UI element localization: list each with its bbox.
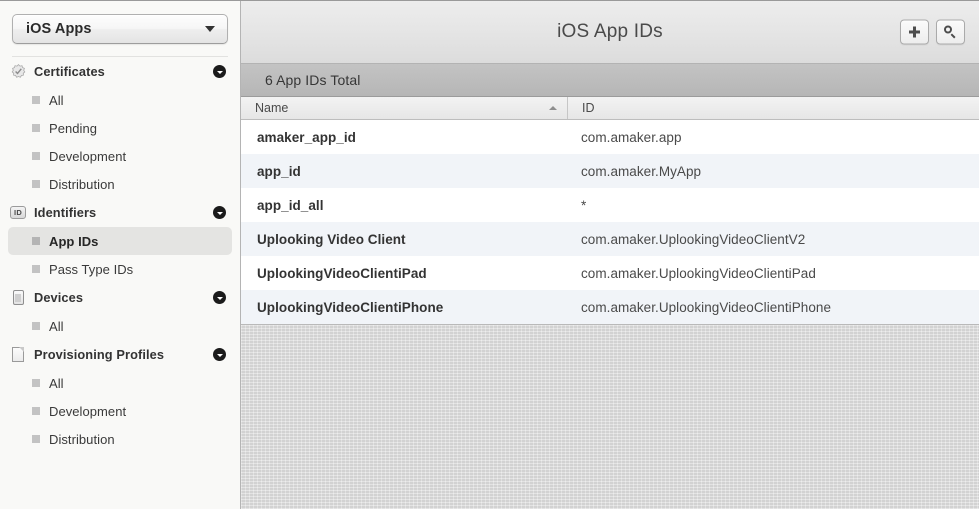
sidebar-item-certificates-pending[interactable]: Pending: [8, 114, 232, 142]
table-row[interactable]: app_id_all *: [241, 188, 979, 222]
bullet-icon: [32, 124, 40, 132]
bullet-icon: [32, 152, 40, 160]
disclosure-collapse-icon[interactable]: [213, 348, 226, 361]
nav-group-devices: Devices All: [0, 283, 240, 340]
column-header-id[interactable]: ID: [568, 97, 979, 119]
plus-icon: [909, 26, 920, 38]
nav-group-certificates: Certificates All Pending Development Dis…: [0, 57, 240, 198]
search-button[interactable]: [936, 19, 965, 45]
sidebar-item-label: Development: [49, 148, 127, 164]
disclosure-collapse-icon[interactable]: [213, 291, 226, 304]
bullet-icon: [32, 379, 40, 387]
column-header-name-label: Name: [255, 101, 289, 115]
chevron-down-icon: [205, 26, 215, 32]
sidebar-item-label: Pending: [49, 120, 98, 136]
app-window: iOS Apps Certificates All Pending Develo…: [0, 0, 979, 509]
toolbar-actions: [900, 19, 965, 45]
app-ids-total-count: 6 App IDs Total: [265, 72, 361, 88]
sidebar-item-label: App IDs: [49, 233, 99, 249]
sidebar-item-label: All: [49, 318, 64, 334]
bullet-icon: [32, 180, 40, 188]
sidebar-item-certificates-all[interactable]: All: [8, 86, 232, 114]
content-pane: iOS App IDs 6 App IDs Total Name ID amak…: [241, 1, 979, 509]
sidebar-item-certificates-development[interactable]: Development: [8, 142, 232, 170]
bullet-icon: [32, 237, 40, 245]
sidebar-group-identifiers[interactable]: ID Identifiers: [0, 198, 240, 227]
nav-group-identifiers: ID Identifiers App IDs Pass Type IDs: [0, 198, 240, 283]
cell-name: UplookingVideoClientiPad: [257, 265, 427, 281]
sidebar-item-certificates-distribution[interactable]: Distribution: [8, 170, 232, 198]
sidebar-group-title: Devices: [34, 290, 84, 305]
sidebar-item-app-ids[interactable]: App IDs: [8, 227, 232, 255]
sidebar-item-profiles-development[interactable]: Development: [8, 397, 232, 425]
sidebar-group-certificates[interactable]: Certificates: [0, 57, 240, 86]
cell-name: app_id: [257, 163, 301, 179]
cell-id: *: [581, 197, 587, 213]
sidebar-nav: Certificates All Pending Development Dis…: [0, 57, 240, 509]
table-row[interactable]: Uplooking Video Client com.amaker.Uplook…: [241, 222, 979, 256]
table-row[interactable]: UplookingVideoClientiPad com.amaker.Uplo…: [241, 256, 979, 290]
column-header-id-label: ID: [582, 101, 595, 115]
sort-ascending-icon: [549, 106, 557, 110]
sidebar-item-label: Distribution: [49, 431, 115, 447]
disclosure-collapse-icon[interactable]: [213, 206, 226, 219]
sidebar-group-title: Certificates: [34, 64, 105, 79]
bullet-icon: [32, 407, 40, 415]
cell-id: com.amaker.UplookingVideoClientiPad: [581, 265, 816, 281]
add-app-id-button[interactable]: [900, 19, 929, 45]
sidebar-group-title: Provisioning Profiles: [34, 347, 165, 362]
table-row[interactable]: amaker_app_id com.amaker.app: [241, 120, 979, 154]
bullet-icon: [32, 322, 40, 330]
sidebar-header: iOS Apps: [0, 1, 240, 56]
column-header-name[interactable]: Name: [241, 97, 568, 119]
table-row[interactable]: app_id com.amaker.MyApp: [241, 154, 979, 188]
cell-id: com.amaker.app: [581, 129, 682, 145]
toolbar: iOS App IDs: [241, 1, 979, 64]
sidebar-item-label: Pass Type IDs: [49, 261, 134, 277]
search-icon: [944, 25, 957, 39]
status-bar: 6 App IDs Total: [241, 64, 979, 97]
sidebar-group-devices[interactable]: Devices: [0, 283, 240, 312]
sidebar-item-pass-type-ids[interactable]: Pass Type IDs: [8, 255, 232, 283]
sidebar-item-label: All: [49, 375, 64, 391]
cell-name: amaker_app_id: [257, 129, 356, 145]
device-phone-icon: [10, 290, 26, 306]
cell-name: UplookingVideoClientiPhone: [257, 299, 444, 315]
cell-name: app_id_all: [257, 197, 324, 213]
sidebar-group-provisioning-profiles[interactable]: Provisioning Profiles: [0, 340, 240, 369]
sidebar: iOS Apps Certificates All Pending Develo…: [0, 1, 241, 509]
page-title: iOS App IDs: [557, 21, 663, 42]
document-icon: [10, 347, 26, 363]
sidebar-item-label: Distribution: [49, 176, 115, 192]
sidebar-item-label: All: [49, 92, 64, 108]
table-row[interactable]: UplookingVideoClientiPhone com.amaker.Up…: [241, 290, 979, 324]
app-ids-table: Name ID amaker_app_id com.amaker.app app…: [241, 97, 979, 325]
disclosure-collapse-icon[interactable]: [213, 65, 226, 78]
team-select-dropdown[interactable]: iOS Apps: [12, 14, 228, 44]
bullet-icon: [32, 96, 40, 104]
table-header-row: Name ID: [241, 97, 979, 120]
bullet-icon: [32, 435, 40, 443]
sidebar-item-profiles-all[interactable]: All: [8, 369, 232, 397]
nav-group-provisioning-profiles: Provisioning Profiles All Development Di…: [0, 340, 240, 453]
certificate-seal-icon: [10, 64, 26, 80]
sidebar-item-devices-all[interactable]: All: [8, 312, 232, 340]
id-badge-icon: ID: [10, 205, 26, 221]
bullet-icon: [32, 265, 40, 273]
cell-id: com.amaker.MyApp: [581, 163, 702, 179]
cell-id: com.amaker.UplookingVideoClientiPhone: [581, 299, 831, 315]
team-select-label: iOS Apps: [26, 21, 92, 37]
sidebar-item-profiles-distribution[interactable]: Distribution: [8, 425, 232, 453]
content-empty-area: [241, 325, 979, 509]
sidebar-item-label: Development: [49, 403, 127, 419]
cell-name: Uplooking Video Client: [257, 231, 406, 247]
sidebar-group-title: Identifiers: [34, 205, 97, 220]
cell-id: com.amaker.UplookingVideoClientV2: [581, 231, 806, 247]
